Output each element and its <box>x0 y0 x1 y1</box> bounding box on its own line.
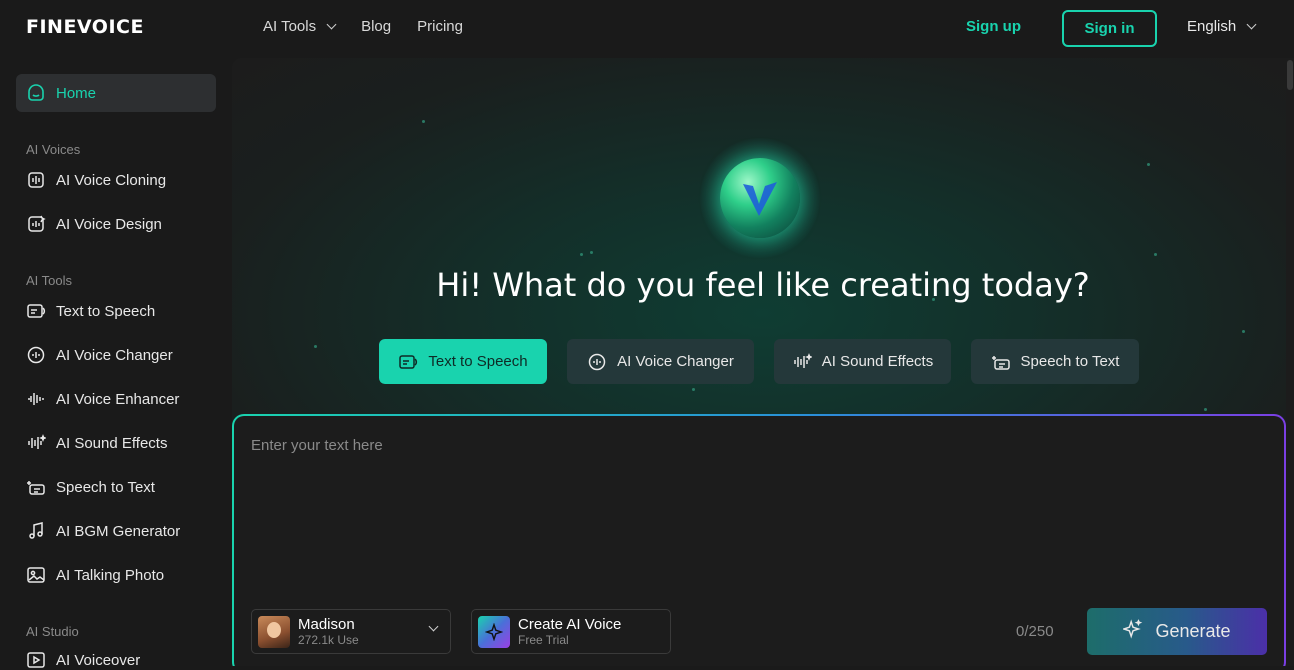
sidebar-item-speech-to-text[interactable]: Speech to Text <box>26 477 155 497</box>
voice-changer-icon <box>26 345 46 365</box>
music-note-icon <box>26 521 46 541</box>
create-info: Create AI Voice Free Trial <box>518 615 622 647</box>
sign-in-button[interactable]: Sign in <box>1062 10 1157 47</box>
section-title: AI Voices <box>26 142 81 157</box>
voice-changer-icon <box>587 352 607 372</box>
chevron-down-icon <box>428 621 439 632</box>
voice-enhancer-icon <box>26 389 46 409</box>
voice-design-icon <box>26 214 46 234</box>
char-counter: 0/250 <box>1016 623 1054 640</box>
create-ai-voice-button[interactable]: Create AI Voice Free Trial <box>471 609 671 654</box>
scrollbar[interactable] <box>1286 58 1294 666</box>
sidebar-item-voiceover[interactable]: AI Voiceover <box>26 650 140 670</box>
nav-ai-tools-label: AI Tools <box>263 18 317 35</box>
voice-cloning-icon <box>26 170 46 190</box>
brand-orb-icon <box>743 182 777 216</box>
sidebar-item-label: AI Talking Photo <box>56 566 165 584</box>
sidebar-item-label: AI Sound Effects <box>56 434 168 452</box>
sidebar-item-voice-changer[interactable]: AI Voice Changer <box>26 345 173 365</box>
sound-effects-icon <box>792 352 812 372</box>
sparkle-icon <box>1122 619 1143 644</box>
sidebar: Home AI Voices AI Voice Cloning AI Voice… <box>0 58 232 669</box>
sidebar-item-label: AI BGM Generator <box>56 522 181 540</box>
sign-up-link[interactable]: Sign up <box>966 18 1021 35</box>
avatar <box>258 615 290 648</box>
tab-sound-effects[interactable]: AI Sound Effects <box>774 339 951 384</box>
text-input[interactable]: Enter your text here <box>251 437 383 454</box>
voice-info: Madison 272.1k Use <box>298 615 359 647</box>
tab-speech-to-text[interactable]: Speech to Text <box>971 339 1139 384</box>
sidebar-item-text-to-speech[interactable]: Text to Speech <box>26 301 155 321</box>
sidebar-item-sound-effects[interactable]: AI Sound Effects <box>26 433 167 453</box>
sidebar-item-label: AI Voice Changer <box>56 346 173 364</box>
generate-button[interactable]: Generate <box>1087 608 1267 655</box>
tab-label: AI Voice Changer <box>617 353 734 370</box>
generate-label: Generate <box>1155 621 1231 641</box>
chevron-down-icon <box>1246 19 1257 30</box>
home-icon <box>26 83 46 103</box>
sidebar-item-label: AI Voice Design <box>56 215 162 233</box>
voice-selector[interactable]: Madison 272.1k Use <box>251 609 451 654</box>
language-selector[interactable]: English <box>1187 18 1257 35</box>
voice-uses: 272.1k Use <box>298 632 359 647</box>
brand-logo[interactable]: FINEVOICE <box>26 16 144 38</box>
editor-area[interactable]: Enter your text here Madison 272.1k Use … <box>234 416 1284 666</box>
sparkle-icon <box>478 615 510 648</box>
sidebar-item-label: Speech to Text <box>56 478 155 496</box>
text-editor: Enter your text here Madison 272.1k Use … <box>232 414 1286 666</box>
speech-to-text-icon <box>991 352 1011 372</box>
tab-label: Speech to Text <box>1020 353 1120 370</box>
tab-voice-changer[interactable]: AI Voice Changer <box>567 339 754 384</box>
sidebar-item-label: AI Voice Enhancer <box>56 390 180 408</box>
tab-label: Text to Speech <box>428 353 528 370</box>
nav-pricing[interactable]: Pricing <box>417 18 463 35</box>
tab-label: AI Sound Effects <box>821 353 934 370</box>
create-sub: Free Trial <box>518 632 569 647</box>
sidebar-item-voice-enhancer[interactable]: AI Voice Enhancer <box>26 389 179 409</box>
sidebar-item-label: AI Voice Cloning <box>56 171 167 189</box>
speech-to-text-icon <box>26 477 46 497</box>
tab-text-to-speech[interactable]: Text to Speech <box>379 339 547 384</box>
voiceover-icon <box>26 650 46 670</box>
nav-ai-tools[interactable]: AI Tools <box>263 18 337 35</box>
sidebar-item-label: Text to Speech <box>56 302 156 320</box>
nav-blog[interactable]: Blog <box>361 18 391 35</box>
sidebar-item-talking-photo[interactable]: AI Talking Photo <box>26 565 164 585</box>
sidebar-item-label: Home <box>56 84 97 102</box>
top-bar: FINEVOICE AI Tools Blog Pricing Sign up … <box>0 0 1294 58</box>
voice-name: Madison <box>298 615 355 633</box>
sidebar-item-voice-design[interactable]: AI Voice Design <box>26 214 162 234</box>
section-title: AI Tools <box>26 273 73 288</box>
language-label: English <box>1187 18 1237 35</box>
main-panel: Hi! What do you feel like creating today… <box>232 58 1294 666</box>
page-title: Hi! What do you feel like creating today… <box>436 266 1090 304</box>
photo-icon <box>26 565 46 585</box>
top-nav: AI Tools Blog Pricing <box>263 18 463 35</box>
sidebar-item-voice-cloning[interactable]: AI Voice Cloning <box>26 170 166 190</box>
sound-effects-icon <box>26 433 46 453</box>
text-to-speech-icon <box>26 301 46 321</box>
chevron-down-icon <box>326 19 337 30</box>
sidebar-item-home[interactable]: Home <box>16 74 216 112</box>
sidebar-item-bgm-generator[interactable]: AI BGM Generator <box>26 521 180 541</box>
text-to-speech-icon <box>398 352 418 372</box>
section-title: AI Studio <box>26 624 79 639</box>
scrollbar-thumb[interactable] <box>1287 60 1293 90</box>
create-title: Create AI Voice <box>518 615 622 633</box>
